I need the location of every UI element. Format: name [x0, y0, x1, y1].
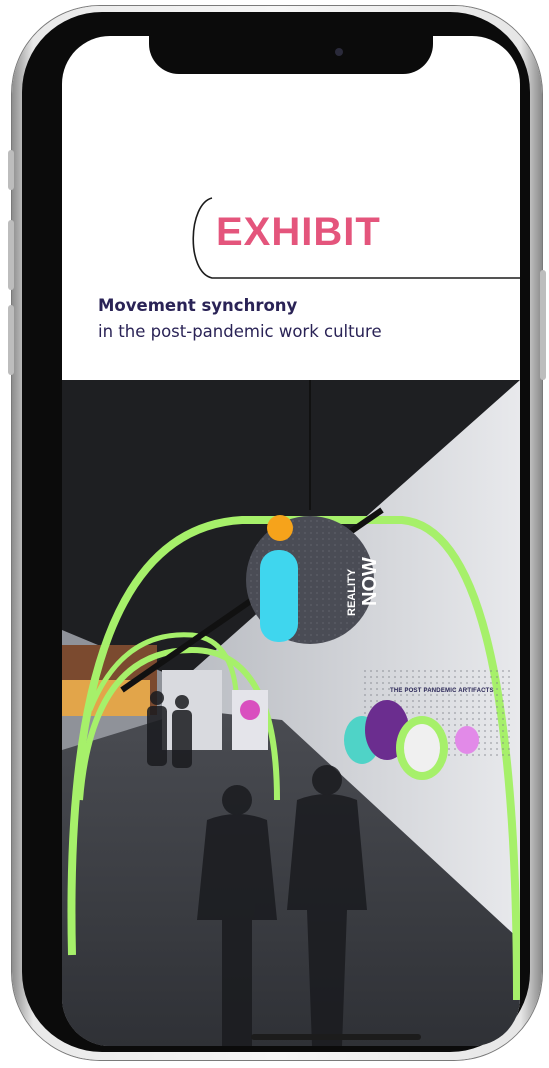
visitor-1-head — [222, 785, 252, 815]
visitor-4-head — [175, 695, 189, 709]
subtitle-text: in the post-pandemic work culture — [98, 322, 382, 341]
sign-label-now: NOW — [359, 557, 381, 606]
page-title: EXHIBIT — [216, 210, 381, 254]
artifact-4 — [404, 724, 440, 772]
subtitle-heading: Movement synchrony — [98, 296, 298, 315]
phone-screen: EXHIBIT Movement synchrony in the post-p… — [62, 36, 520, 1046]
front-camera — [335, 48, 343, 56]
wall-label: THE POST PANDEMIC ARTIFACTS — [390, 688, 494, 694]
exhibit-scene — [62, 380, 520, 1046]
sign-cyan-shape — [260, 550, 298, 642]
power-button — [540, 270, 546, 380]
exhibit-render-image: REALITY NOW THE POST PANDEMIC ARTIFACTS — [62, 380, 520, 1046]
sign-orange-dot — [267, 515, 293, 541]
silent-switch — [8, 150, 14, 190]
artifact-5 — [455, 726, 479, 754]
notch — [149, 36, 433, 74]
sign-label-reality: REALITY — [346, 568, 358, 616]
visitor-4-body — [172, 710, 192, 768]
poster-graphic — [240, 700, 260, 720]
visitor-3-head — [150, 691, 164, 705]
volume-up-button — [8, 220, 14, 290]
home-indicator — [251, 1034, 421, 1040]
visitor-2-head — [312, 765, 342, 795]
volume-down-button — [8, 305, 14, 375]
visitor-3-body — [147, 706, 167, 766]
